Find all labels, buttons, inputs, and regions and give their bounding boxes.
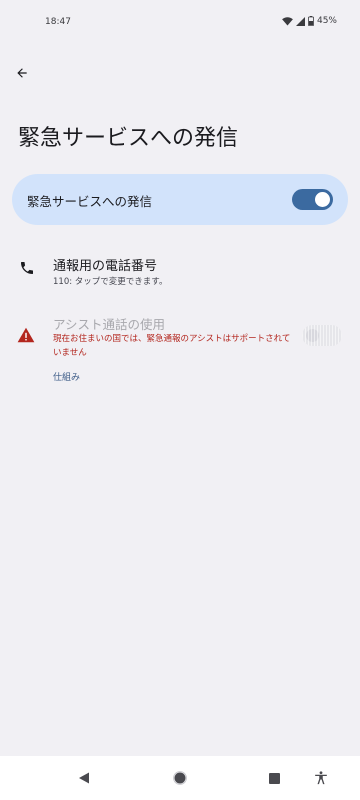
toggle-thumb bbox=[315, 192, 330, 207]
nav-home-button[interactable] bbox=[170, 768, 190, 788]
wifi-icon bbox=[282, 16, 293, 26]
main-switch-toggle[interactable] bbox=[292, 189, 333, 210]
assisted-call-title: アシスト通話の使用 bbox=[53, 317, 166, 332]
page-title: 緊急サービスへの発信 bbox=[18, 126, 239, 151]
emergency-number-summary: 110: タップで変更できます。 bbox=[53, 277, 168, 287]
main-switch-card[interactable]: 緊急サービスへの発信 bbox=[12, 174, 348, 225]
nav-back-button[interactable] bbox=[74, 768, 94, 788]
accessibility-icon bbox=[315, 771, 327, 785]
circle-home-icon bbox=[173, 771, 187, 785]
status-icons: 45% bbox=[282, 16, 337, 26]
nav-recents-button[interactable] bbox=[264, 768, 284, 788]
square-recents-icon bbox=[268, 772, 280, 784]
emergency-number-row[interactable]: 通報用の電話番号 110: タップで変更できます。 bbox=[0, 250, 360, 294]
emergency-number-title: 通報用の電話番号 bbox=[53, 259, 158, 274]
arrow-back-icon bbox=[17, 68, 27, 78]
signal-icon bbox=[295, 16, 305, 26]
back-button[interactable] bbox=[10, 61, 34, 85]
assisted-call-warning: 現在お住まいの国では、緊急通報のアシストはサポートされていません bbox=[53, 334, 291, 358]
triangle-back-icon bbox=[79, 772, 89, 784]
battery-percent: 45% bbox=[316, 16, 337, 26]
learn-more-link[interactable]: 仕組み bbox=[53, 370, 80, 383]
battery-icon bbox=[307, 16, 314, 26]
main-switch-label: 緊急サービスへの発信 bbox=[27, 194, 153, 209]
warning-icon bbox=[17, 327, 35, 343]
assisted-call-row: アシスト通話の使用 現在お住まいの国では、緊急通報のアシストはサポートされていま… bbox=[0, 310, 360, 370]
nav-accessibility-button[interactable] bbox=[311, 768, 331, 788]
navigation-bar bbox=[0, 756, 360, 800]
assisted-call-toggle bbox=[302, 325, 342, 346]
status-bar: 18:47 45% bbox=[0, 0, 360, 48]
status-time: 18:47 bbox=[45, 17, 71, 27]
toggle-disabled-pattern bbox=[302, 325, 342, 346]
phone-icon bbox=[21, 262, 33, 274]
